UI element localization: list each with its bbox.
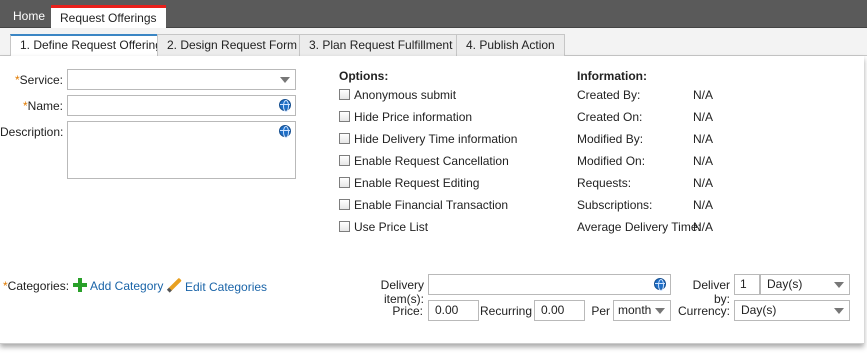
info-average-delivery-value: N/A [693, 220, 714, 234]
add-category-link[interactable]: Add Category [90, 279, 163, 293]
info-modified-by-label: Modified By: [577, 132, 644, 146]
tab-publish-action[interactable]: 4. Publish Action [456, 34, 565, 56]
add-icon[interactable] [73, 278, 87, 292]
option-hide-price[interactable]: Hide Price information [339, 110, 472, 126]
info-modified-on-label: Modified On: [577, 154, 646, 168]
info-created-by-label: Created By: [577, 88, 641, 102]
price-label: Price: [392, 304, 423, 318]
info-created-on-label: Created On: [577, 110, 643, 124]
info-subscriptions-label: Subscriptions: [577, 198, 653, 212]
globe-icon[interactable] [279, 99, 291, 112]
chevron-down-icon [280, 77, 290, 83]
categories-label: *Categories: [3, 279, 70, 293]
option-enable-editing[interactable]: Enable Request Editing [339, 176, 479, 192]
checkbox[interactable] [339, 155, 350, 166]
service-label: *Service: [14, 73, 63, 87]
deliver-by-number-input[interactable]: 1 [734, 274, 760, 295]
currency-select[interactable]: Day(s) [734, 300, 850, 321]
tab-plan-request-fulfillment[interactable]: 3. Plan Request Fulfillment [299, 34, 463, 56]
sub-tab-bar: 1. Define Request Offering 2. Design Req… [0, 28, 867, 57]
chevron-down-icon [834, 308, 844, 314]
info-requests-label: Requests: [577, 176, 632, 190]
chevron-down-icon [655, 308, 665, 314]
description-textarea[interactable] [67, 121, 296, 179]
info-requests-value: N/A [693, 176, 714, 190]
tab-request-offerings[interactable]: Request Offerings [51, 5, 166, 28]
globe-icon[interactable] [654, 278, 666, 291]
edit-categories-link[interactable]: Edit Categories [185, 280, 267, 294]
currency-label: Currency: [677, 304, 730, 318]
delivery-items-label: Delivery item(s): [380, 278, 424, 306]
name-label: *Name: [22, 99, 63, 113]
option-anonymous-submit[interactable]: Anonymous submit [339, 88, 456, 104]
price-input[interactable]: 0.00 [428, 300, 479, 321]
tab-design-request-form[interactable]: 2. Design Request Form [157, 34, 308, 56]
options-title: Options: [339, 69, 389, 83]
recurring-label: Recurring [480, 304, 533, 318]
checkbox[interactable] [339, 133, 350, 144]
service-select[interactable] [67, 69, 296, 90]
option-hide-delivery-time[interactable]: Hide Delivery Time information [339, 132, 517, 148]
name-input[interactable] [67, 95, 296, 116]
information-title: Information: [577, 69, 647, 83]
info-subscriptions-value: N/A [693, 198, 714, 212]
checkbox[interactable] [339, 111, 350, 122]
info-modified-on-value: N/A [693, 154, 714, 168]
info-created-by-value: N/A [693, 88, 714, 102]
deliver-by-label: Deliver by: [692, 278, 730, 306]
delivery-items-input[interactable] [428, 274, 671, 295]
globe-icon[interactable] [279, 125, 291, 138]
info-average-delivery-label: Average Delivery Time: [577, 220, 701, 234]
checkbox[interactable] [339, 89, 350, 100]
recurring-input[interactable]: 0.00 [534, 300, 585, 321]
pencil-icon[interactable] [168, 277, 182, 292]
deliver-by-unit-select[interactable]: Day(s) [760, 274, 850, 295]
per-label: Per [591, 304, 610, 318]
option-enable-financial[interactable]: Enable Financial Transaction [339, 198, 508, 214]
chevron-down-icon [834, 282, 844, 288]
top-nav-bar: Home Request Offerings [0, 0, 867, 28]
checkbox[interactable] [339, 221, 350, 232]
info-modified-by-value: N/A [693, 132, 714, 146]
description-label: Description: [0, 125, 64, 139]
option-enable-cancellation[interactable]: Enable Request Cancellation [339, 154, 509, 170]
checkbox[interactable] [339, 199, 350, 210]
tab-home[interactable]: Home [5, 5, 53, 28]
per-select[interactable]: month [613, 300, 671, 321]
tab-define-request-offering[interactable]: 1. Define Request Offering [10, 34, 172, 57]
info-created-on-value: N/A [693, 110, 714, 124]
option-use-price-list[interactable]: Use Price List [339, 220, 428, 236]
checkbox[interactable] [339, 177, 350, 188]
